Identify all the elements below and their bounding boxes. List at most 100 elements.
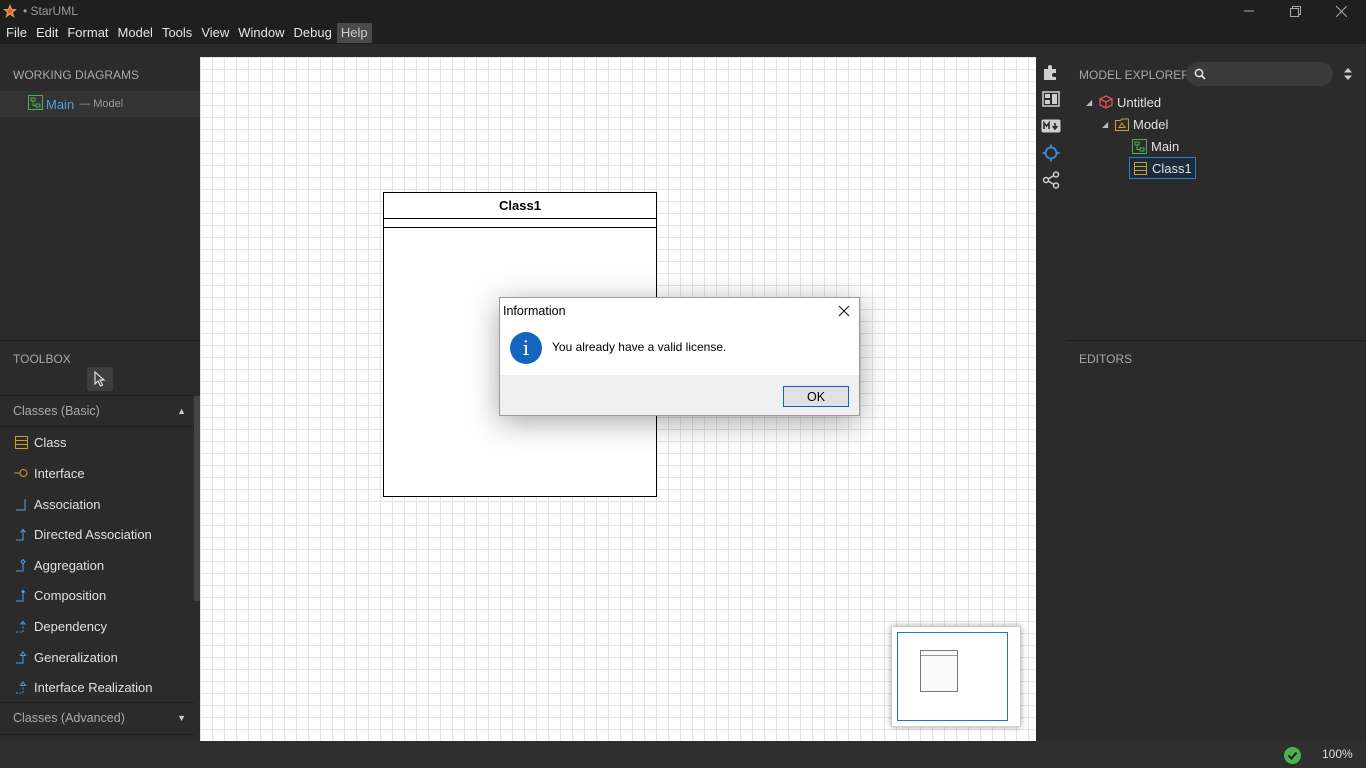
dialog-message: You already have a valid license. <box>552 340 727 354</box>
layout-icon[interactable] <box>1040 88 1062 110</box>
ok-button[interactable]: OK <box>783 386 849 407</box>
toolbox-item-directed-association[interactable]: Directed Association <box>0 519 194 549</box>
association-icon <box>14 497 28 511</box>
expand-arrow-icon: ▼ <box>177 713 186 723</box>
extensions-icon[interactable] <box>1040 61 1062 83</box>
toolbox-item-class[interactable]: Class <box>0 427 194 457</box>
status-bar: 100% <box>0 741 1366 768</box>
share-icon[interactable] <box>1040 169 1062 191</box>
toolbox-item-label: Association <box>34 496 101 512</box>
toolbox-panel: TOOLBOX Classes (Basic) ▲ Class Interfac… <box>0 341 200 741</box>
toolbox-group-classes-basic[interactable]: Classes (Basic) ▲ <box>0 396 194 426</box>
menu-debug[interactable]: Debug <box>290 23 336 43</box>
operation-compartment-divider <box>384 227 656 228</box>
title-bar: • StarUML <box>0 0 1366 22</box>
toolbox-item-composition[interactable]: Composition <box>0 580 194 610</box>
menu-window[interactable]: Window <box>234 23 288 43</box>
toolbox-item-label: Interface Realization <box>34 679 153 695</box>
toolbox-title: TOOLBOX <box>13 352 71 366</box>
tree-item-main-diagram[interactable]: Main <box>1132 136 1179 156</box>
class-diagram-icon <box>1132 138 1147 154</box>
diagram-minimap[interactable] <box>891 626 1021 727</box>
editors-title: EDITORS <box>1079 352 1133 366</box>
class-icon <box>14 435 28 449</box>
dialog-title-bar[interactable]: Information <box>500 298 859 324</box>
toolbox-group-classes-advanced[interactable]: Classes (Advanced) ▼ <box>0 703 194 733</box>
toolbox-item-label: Composition <box>34 587 107 603</box>
tree-item-label: Model <box>1133 116 1169 132</box>
toolbox-item-label: Dependency <box>34 618 107 634</box>
toolbox-separator <box>0 734 194 735</box>
class-name[interactable]: Class1 <box>384 193 656 218</box>
toolbox-item-interface[interactable]: Interface <box>0 458 194 488</box>
interface-realization-icon <box>14 680 28 694</box>
tree-item-untitled[interactable]: ◢ Untitled <box>1086 92 1161 112</box>
model-icon <box>1114 117 1129 132</box>
menu-format[interactable]: Format <box>63 23 112 43</box>
toolbox-item-generalization[interactable]: Generalization <box>0 642 194 672</box>
toolbox-group-label: Classes (Basic) <box>13 404 100 418</box>
menu-help[interactable]: Help <box>336 23 372 43</box>
toolbox-item-interface-realization[interactable]: Interface Realization <box>0 672 194 702</box>
dialog-title: Information <box>503 304 566 318</box>
menu-view[interactable]: View <box>197 23 233 43</box>
editors-panel: EDITORS <box>1066 341 1366 741</box>
search-icon <box>1194 68 1206 80</box>
information-dialog: Information i You already have a valid l… <box>499 297 860 416</box>
menu-edit[interactable]: Edit <box>32 23 62 43</box>
menu-tools[interactable]: Tools <box>158 23 196 43</box>
toolbox-item-dependency[interactable]: Dependency <box>0 611 194 641</box>
toolbox-item-label: Directed Association <box>34 526 152 542</box>
model-explorer-panel: MODEL EXPLORER ◢ Untitled ◢ Model Main C… <box>1066 44 1366 340</box>
working-diagram-item-main[interactable]: Main — Model <box>0 91 200 117</box>
generalization-icon <box>14 650 28 664</box>
restore-icon[interactable] <box>1272 0 1318 22</box>
working-diagrams-panel: WORKING DIAGRAMS Main — Model <box>0 44 200 340</box>
tree-expanded-icon[interactable]: ◢ <box>1102 120 1114 129</box>
composition-icon <box>14 588 28 602</box>
toolbox-item-label: Aggregation <box>34 557 105 573</box>
toolbox-item-label: Generalization <box>34 649 118 665</box>
dialog-body: i You already have a valid license. <box>500 324 859 375</box>
toolbox-item-label: Interface <box>34 465 85 481</box>
model-explorer-search[interactable] <box>1186 62 1333 86</box>
tree-item-label: Class1 <box>1152 160 1192 176</box>
close-icon[interactable] <box>1318 0 1364 22</box>
collapse-arrow-icon: ▲ <box>177 406 186 416</box>
toolbox-item-label: Class <box>34 434 67 450</box>
working-diagram-owner: — Model <box>79 98 124 110</box>
sort-icon[interactable] <box>1342 65 1354 83</box>
info-icon: i <box>510 332 542 364</box>
tree-expanded-icon[interactable]: ◢ <box>1086 98 1098 107</box>
class-icon <box>1133 161 1148 176</box>
minimize-icon[interactable] <box>1226 0 1272 22</box>
pointer-icon <box>94 371 106 387</box>
close-icon[interactable] <box>835 302 853 320</box>
interface-icon <box>14 466 28 480</box>
markdown-icon[interactable] <box>1040 115 1062 137</box>
zoom-level[interactable]: 100% <box>1322 747 1353 761</box>
directed-association-icon <box>14 527 28 541</box>
menu-model[interactable]: Model <box>114 23 157 43</box>
check-icon[interactable] <box>1284 747 1301 764</box>
toolbox-item-aggregation[interactable]: Aggregation <box>0 550 194 580</box>
dependency-icon <box>14 619 28 633</box>
toolbox-item-association[interactable]: Association <box>0 489 194 519</box>
project-icon <box>1098 95 1113 110</box>
navigate-icon[interactable] <box>1040 142 1062 164</box>
class-diagram-icon <box>28 95 43 113</box>
tree-item-class1[interactable]: Class1 <box>1129 157 1196 179</box>
menu-file[interactable]: File <box>2 23 31 43</box>
minimap-class-shape <box>920 650 958 692</box>
attribute-compartment-divider <box>384 218 656 219</box>
aggregation-icon <box>14 558 28 572</box>
working-diagrams-title: WORKING DIAGRAMS <box>13 68 140 82</box>
diagram-tab-strip <box>200 44 1036 57</box>
tree-item-model[interactable]: ◢ Model <box>1102 114 1168 134</box>
tree-item-label: Untitled <box>1117 94 1162 110</box>
search-input[interactable] <box>1212 67 1322 81</box>
menu-bar: File Edit Format Model Tools View Window… <box>0 22 1366 44</box>
pointer-tool-button[interactable] <box>87 367 113 391</box>
tree-item-label: Main <box>1151 138 1180 154</box>
window-title: • StarUML <box>23 4 78 18</box>
